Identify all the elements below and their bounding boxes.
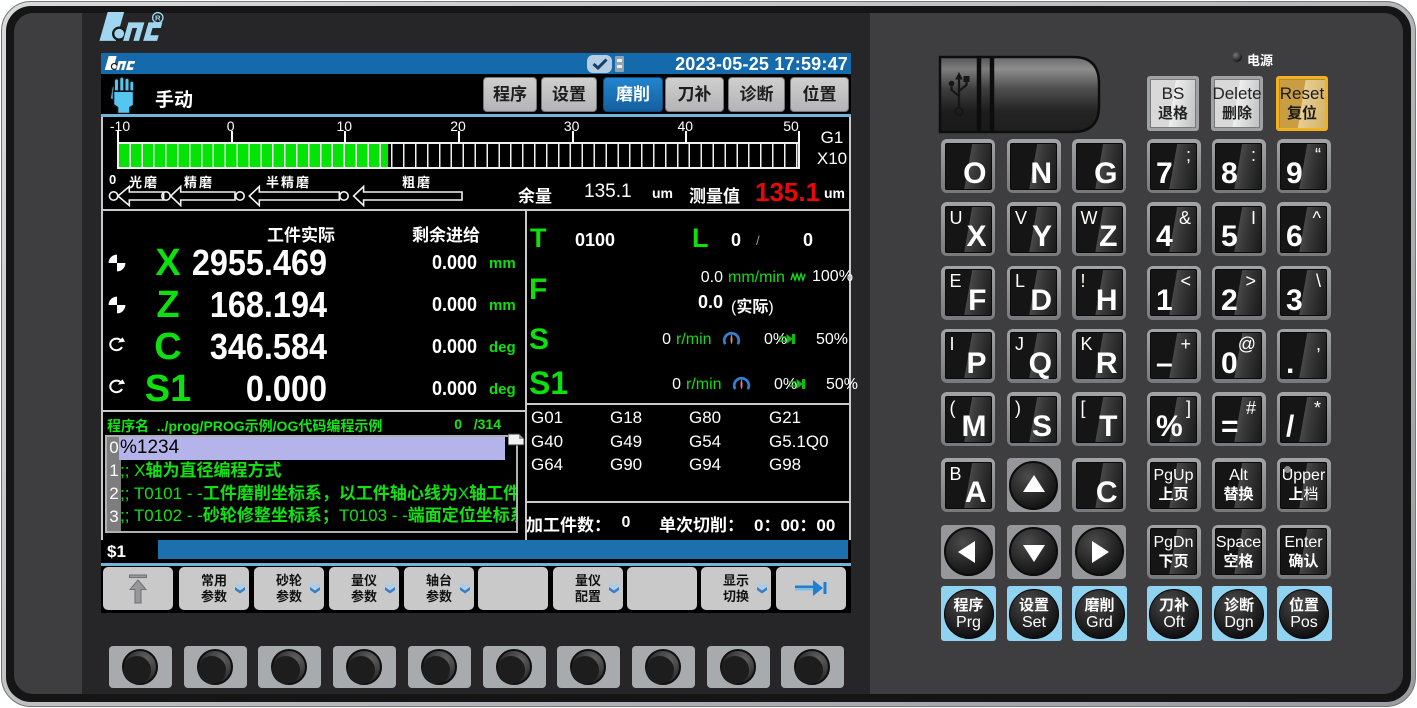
svg-text:R: R (155, 13, 161, 22)
